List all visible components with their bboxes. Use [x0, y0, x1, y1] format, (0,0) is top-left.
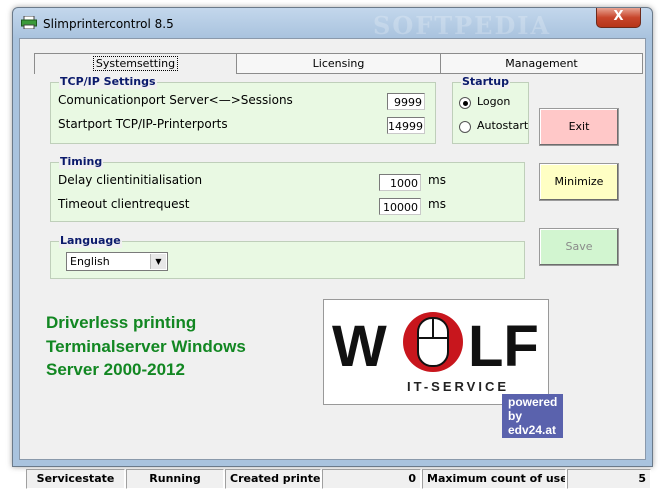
- tab-divider: [236, 73, 642, 74]
- logon-radio[interactable]: [459, 97, 471, 109]
- watermark: SOFTPEDIA: [373, 11, 552, 40]
- promo-text: Driverless printing Terminalserver Windo…: [46, 311, 246, 382]
- timeout-unit: ms: [428, 197, 446, 211]
- servicestate-label: Servicestate: [26, 469, 125, 489]
- language-select[interactable]: English ▼: [66, 252, 168, 271]
- promo-line-1: Driverless printing: [46, 313, 197, 332]
- promo-line-3: Server 2000-2012: [46, 360, 185, 379]
- language-selected: English: [70, 255, 110, 268]
- wolf-logo-mark: W LF: [332, 312, 539, 374]
- timeout-label: Timeout clientrequest: [58, 197, 190, 211]
- autostart-label: Autostart: [477, 119, 529, 132]
- tcpip-group-title: TCP/IP Settings: [59, 75, 157, 89]
- created-printers-value: 0: [322, 469, 421, 489]
- servicestate-value: Running: [126, 469, 224, 489]
- tab-systemsetting[interactable]: Systemsetting: [34, 53, 237, 74]
- startup-group-title: Startup: [461, 75, 510, 89]
- promo-line-2: Terminalserver Windows: [46, 336, 246, 356]
- logon-label: Logon: [477, 95, 511, 108]
- timing-group: Timing Delay clientinitialisation 1000 m…: [50, 155, 525, 222]
- svg-text:W: W: [332, 314, 387, 374]
- server-port-input[interactable]: 9999: [387, 93, 425, 110]
- svg-text:LF: LF: [468, 314, 539, 374]
- start-port-label: Startport TCP/IP-Printerports: [58, 117, 228, 131]
- language-group: Language English ▼: [50, 234, 525, 279]
- window-title: Slimprintercontrol 8.5: [43, 17, 174, 31]
- timeout-input[interactable]: 10000: [379, 198, 421, 215]
- save-button[interactable]: Save: [539, 228, 619, 266]
- tab-licensing[interactable]: Licensing: [236, 53, 441, 74]
- tab-management[interactable]: Management: [440, 53, 643, 74]
- max-users-label: Maximum count of users: [422, 469, 566, 489]
- chevron-down-icon[interactable]: ▼: [150, 254, 166, 269]
- timing-group-title: Timing: [59, 155, 104, 169]
- max-users-value: 5: [567, 469, 651, 489]
- logo-subtitle: IT-SERVICE: [407, 379, 510, 394]
- minimize-button[interactable]: Minimize: [539, 163, 619, 201]
- autostart-radio[interactable]: [459, 121, 471, 133]
- status-bar: Servicestate Running Created printers 0 …: [26, 469, 651, 489]
- app-window: Slimprintercontrol 8.5 SOFTPEDIA X Syste…: [12, 7, 653, 489]
- client-area: Systemsetting Licensing Management TCP/I…: [19, 38, 651, 489]
- powered-by-link[interactable]: powered by edv24.at: [502, 394, 564, 438]
- startup-group: Startup Logon Autostart: [452, 75, 529, 144]
- exit-button[interactable]: Exit: [539, 108, 619, 146]
- printer-icon: [21, 16, 37, 29]
- close-button[interactable]: X: [596, 8, 641, 28]
- delay-label: Delay clientinitialisation: [58, 173, 203, 187]
- delay-input[interactable]: 1000: [379, 174, 421, 191]
- created-printers-label: Created printers: [225, 469, 321, 489]
- delay-unit: ms: [428, 173, 446, 187]
- server-port-label: Comunicationport Server<—>Sessions: [58, 93, 293, 107]
- language-group-title: Language: [59, 234, 122, 248]
- tab-label: Systemsetting: [92, 56, 179, 71]
- start-port-input[interactable]: 14999: [387, 117, 425, 134]
- wolf-logo: W LF IT-SERVICE powered by edv24.at: [323, 299, 564, 438]
- title-bar[interactable]: Slimprintercontrol 8.5 SOFTPEDIA X: [13, 8, 652, 40]
- tcpip-group: TCP/IP Settings Comunicationport Server<…: [50, 75, 436, 144]
